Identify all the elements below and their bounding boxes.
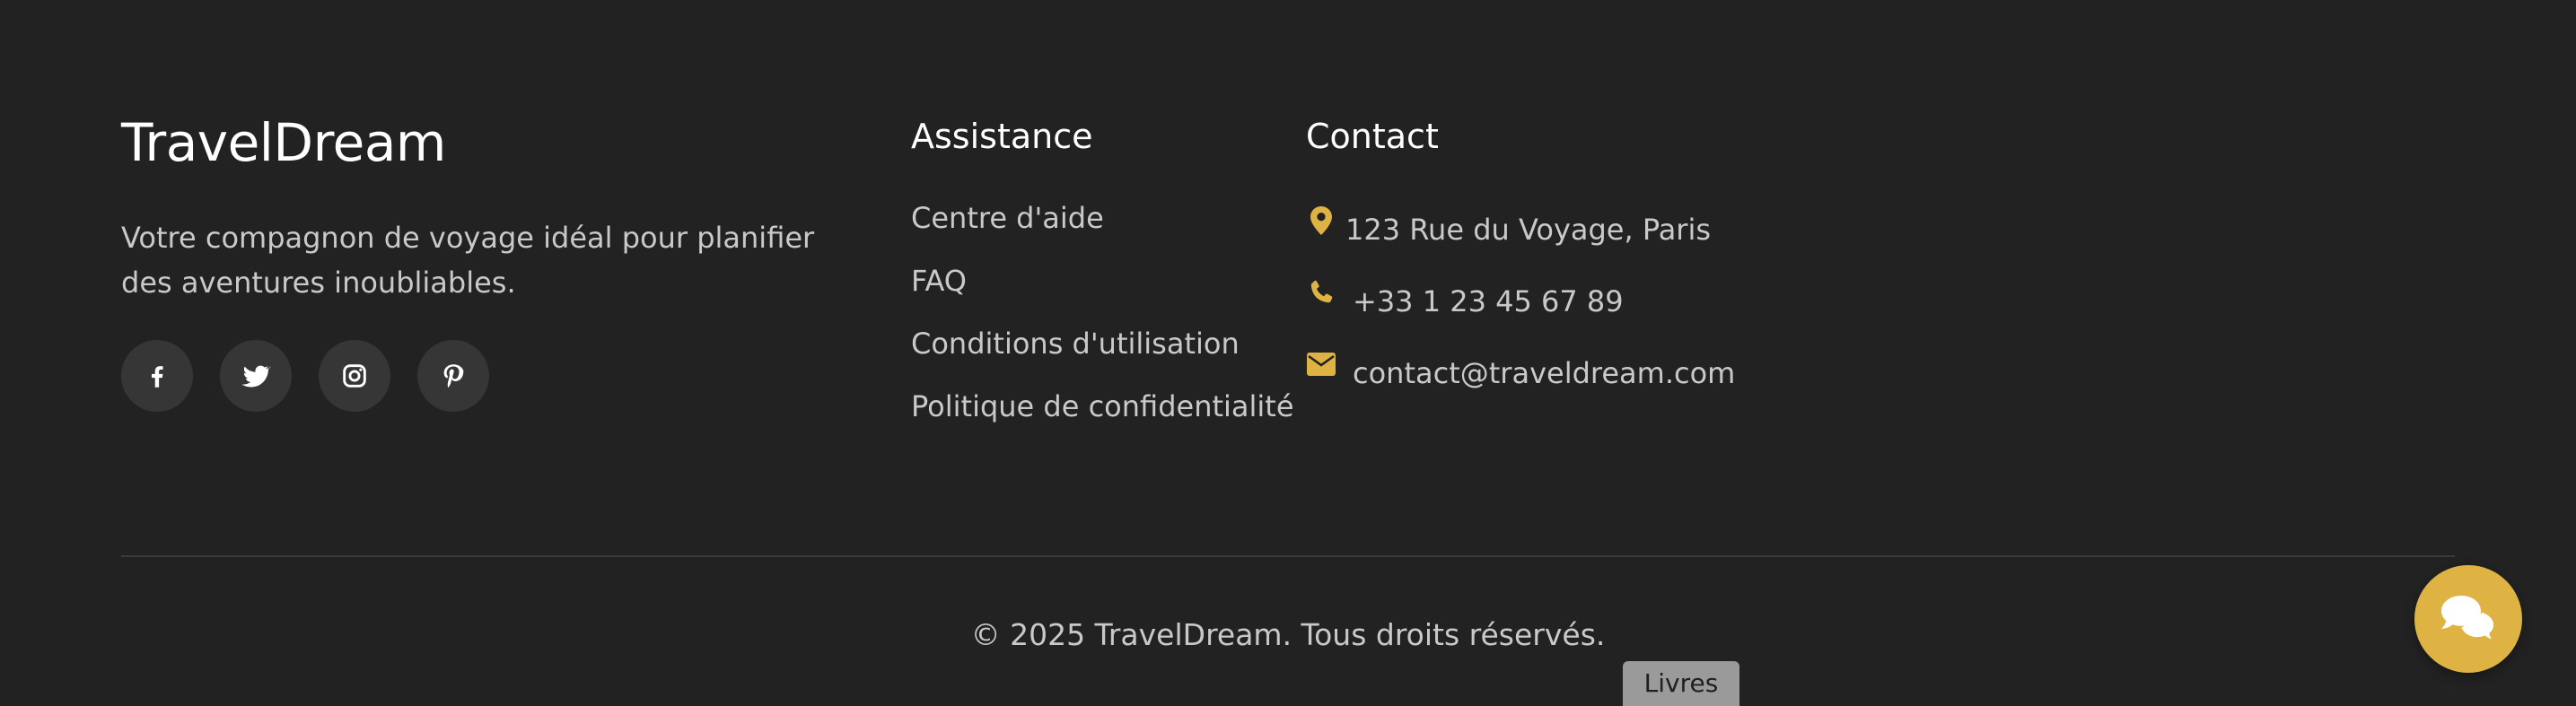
brand-title[interactable]: TravelDream	[121, 113, 446, 173]
assistance-heading: Assistance	[911, 117, 1093, 156]
facebook-button[interactable]	[121, 340, 193, 412]
map-marker-icon	[1306, 205, 1336, 236]
footer-divider	[121, 555, 2455, 557]
link-help-center[interactable]: Centre d'aide	[911, 196, 1294, 258]
tooltip-livres: Livres	[1623, 661, 1739, 706]
chat-bubbles-icon	[2441, 596, 2497, 642]
assistance-links: Centre d'aide FAQ Conditions d'utilisati…	[911, 196, 1294, 447]
contact-phone-text[interactable]: +33 1 23 45 67 89	[1345, 284, 1624, 318]
contact-heading: Contact	[1306, 117, 1439, 156]
link-faq[interactable]: FAQ	[911, 258, 1294, 321]
chat-button[interactable]	[2414, 565, 2522, 673]
brand-description: Votre compagnon de voyage idéal pour pla…	[121, 221, 815, 300]
instagram-button[interactable]	[319, 340, 390, 412]
link-terms[interactable]: Conditions d'utilisation	[911, 321, 1294, 384]
site-footer: TravelDream Votre compagnon de voyage id…	[0, 0, 2576, 706]
contact-phone: +33 1 23 45 67 89	[1306, 266, 1735, 337]
contact-email: contact@traveldream.com	[1306, 337, 1735, 409]
contact-list: 123 Rue du Voyage, Paris +33 1 23 45 67 …	[1306, 194, 1735, 409]
contact-address: 123 Rue du Voyage, Paris	[1306, 194, 1735, 266]
instagram-icon	[343, 364, 366, 388]
link-privacy[interactable]: Politique de confidentialité	[911, 384, 1294, 447]
envelope-icon	[1306, 349, 1336, 379]
twitter-button[interactable]	[220, 340, 292, 412]
twitter-icon	[241, 365, 271, 388]
contact-address-text: 123 Rue du Voyage, Paris	[1345, 213, 1712, 247]
phone-icon	[1306, 277, 1336, 308]
pinterest-button[interactable]	[417, 340, 489, 412]
social-links	[121, 340, 489, 412]
facebook-icon	[152, 366, 163, 388]
pinterest-icon	[443, 364, 464, 388]
copyright-text: © 2025 TravelDream. Tous droits réservés…	[970, 617, 1606, 652]
contact-email-text[interactable]: contact@traveldream.com	[1345, 356, 1735, 390]
